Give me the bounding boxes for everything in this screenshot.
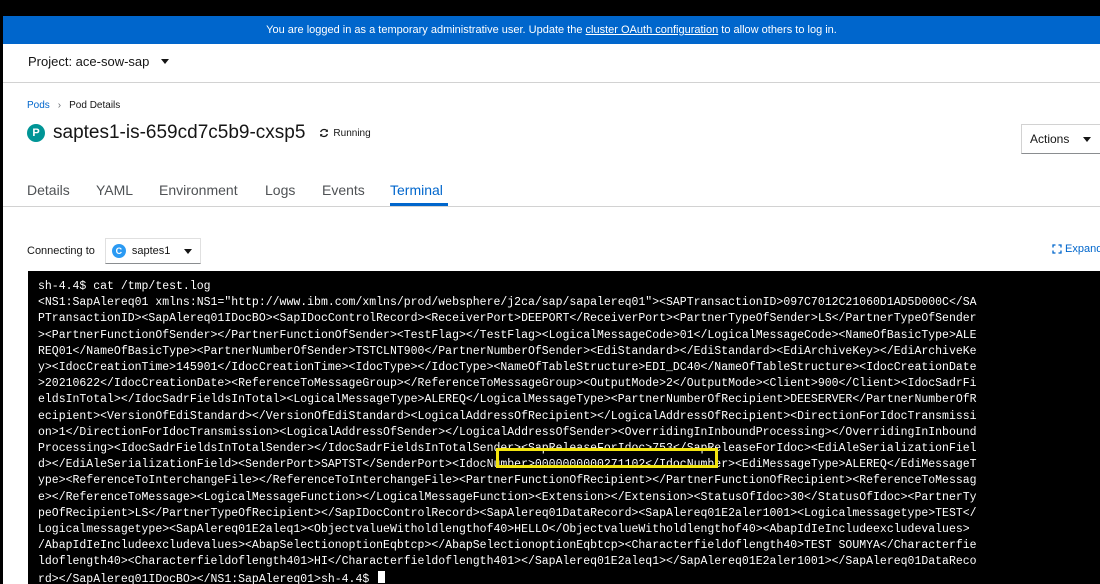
tab-details[interactable]: Details — [27, 182, 70, 198]
terminal-line: PTransactionID><SapAlereq01IDocBO><SapID… — [38, 312, 977, 326]
terminal-line: REQ01</NameOfBasicType><PartnerNumberOfS… — [38, 344, 977, 358]
terminal-line: <NS1:SapAlereq01 xmlns:NS1="http://www.i… — [38, 296, 977, 310]
status-text: Running — [333, 127, 371, 139]
sync-icon — [320, 128, 329, 138]
tab-terminal[interactable]: Terminal — [390, 182, 443, 198]
idoc-number-highlight — [496, 448, 718, 468]
caret-down-icon — [1083, 136, 1092, 142]
project-selector[interactable]: Project: ace-sow-sap — [28, 54, 170, 69]
tab-bar: Details YAML Environment Logs Events Ter… — [3, 172, 1100, 207]
expand-icon — [1052, 244, 1062, 254]
breadcrumb: Pods › Pod Details — [27, 100, 120, 111]
expand-button[interactable]: Expand — [1052, 243, 1100, 255]
terminal-line: ecipient><VersionOfEdiStandard></Version… — [38, 409, 977, 423]
terminal-line: /AbapIdIeIncludeexcludevalues><AbapSelec… — [38, 539, 977, 553]
container-selector[interactable]: C saptes1 — [104, 238, 202, 264]
tab-logs[interactable]: Logs — [265, 182, 295, 198]
terminal-window[interactable]: sh-4.4$ cat /tmp/test.log <NS1:SapAlereq… — [28, 271, 1100, 584]
connecting-label: Connecting to — [27, 245, 95, 257]
container-name: saptes1 — [131, 245, 171, 257]
project-label: Project: ace-sow-sap — [28, 54, 150, 69]
terminal-line: ><PartnerFunctionOfSender></PartnerFunct… — [38, 328, 977, 342]
screen-frame: You are logged in as a temporary adminis… — [0, 0, 1100, 584]
breadcrumb-current: Pod Details — [69, 100, 121, 111]
connecting-row: Connecting to C saptes1 — [27, 238, 202, 264]
pod-resource-badge: P — [27, 124, 45, 142]
pod-name: saptes1-is-659cd7c5b9-cxsp5 — [53, 122, 306, 143]
terminal-line: e></ReferenceToMessage><LogicalMessageFu… — [38, 490, 977, 504]
banner-text-after: to allow others to log in. — [718, 24, 837, 36]
caret-down-icon — [184, 248, 193, 254]
terminal-line: ldoflength40><Characterfieldoflength401>… — [38, 555, 977, 569]
breadcrumb-pods-link[interactable]: Pods — [27, 100, 50, 111]
chevron-right-icon: › — [57, 100, 62, 111]
tab-yaml[interactable]: YAML — [96, 182, 133, 198]
tab-environment[interactable]: Environment — [159, 182, 238, 198]
terminal-line: ype><ReferenceToInterchangeFile></Refere… — [38, 474, 977, 488]
status-badge: Running — [319, 127, 371, 139]
oauth-config-link[interactable]: cluster OAuth configuration — [586, 24, 719, 36]
terminal-prompt-line: rd></SapAlereq01IDocBO></NS1:SapAlereq01… — [38, 570, 977, 584]
terminal-line: on>1</DirectionForIdocTransmission><Logi… — [38, 425, 977, 439]
terminal-line: sh-4.4$ cat /tmp/test.log — [38, 280, 211, 293]
terminal-output: sh-4.4$ cat /tmp/test.log <NS1:SapAlereq… — [38, 279, 977, 584]
active-tab-indicator — [390, 203, 448, 206]
page-title: P saptes1-is-659cd7c5b9-cxsp5 Running — [27, 122, 371, 144]
container-badge: C — [111, 244, 126, 258]
terminal-line: y><IdocCreationTime>145901</IdocCreation… — [38, 361, 977, 375]
caret-down-icon — [161, 59, 170, 64]
terminal-line: rd></SapAlereq01IDocBO></NS1:SapAlereq01… — [38, 572, 377, 584]
terminal-line: Logicalmessagetype><SapAlereq01E2aleq1><… — [38, 523, 970, 537]
project-bar: Project: ace-sow-sap — [3, 44, 1100, 83]
banner-text-before: You are logged in as a temporary adminis… — [266, 24, 586, 36]
terminal-line: eldsInTotal></IdocSadrFieldsInTotal><Log… — [38, 393, 977, 407]
actions-dropdown[interactable]: Actions — [1021, 124, 1100, 154]
terminal-cursor — [378, 570, 386, 583]
actions-label: Actions — [1030, 132, 1070, 146]
console-page: You are logged in as a temporary adminis… — [3, 16, 1100, 584]
tab-events[interactable]: Events — [322, 182, 365, 198]
terminal-line: peOfRecipient>LS</PartnerTypeOfRecipient… — [38, 506, 977, 520]
terminal-line: >20210622</IdocCreationDate><ReferenceTo… — [38, 377, 977, 391]
expand-label: Expand — [1065, 243, 1100, 255]
admin-banner: You are logged in as a temporary adminis… — [3, 16, 1100, 44]
